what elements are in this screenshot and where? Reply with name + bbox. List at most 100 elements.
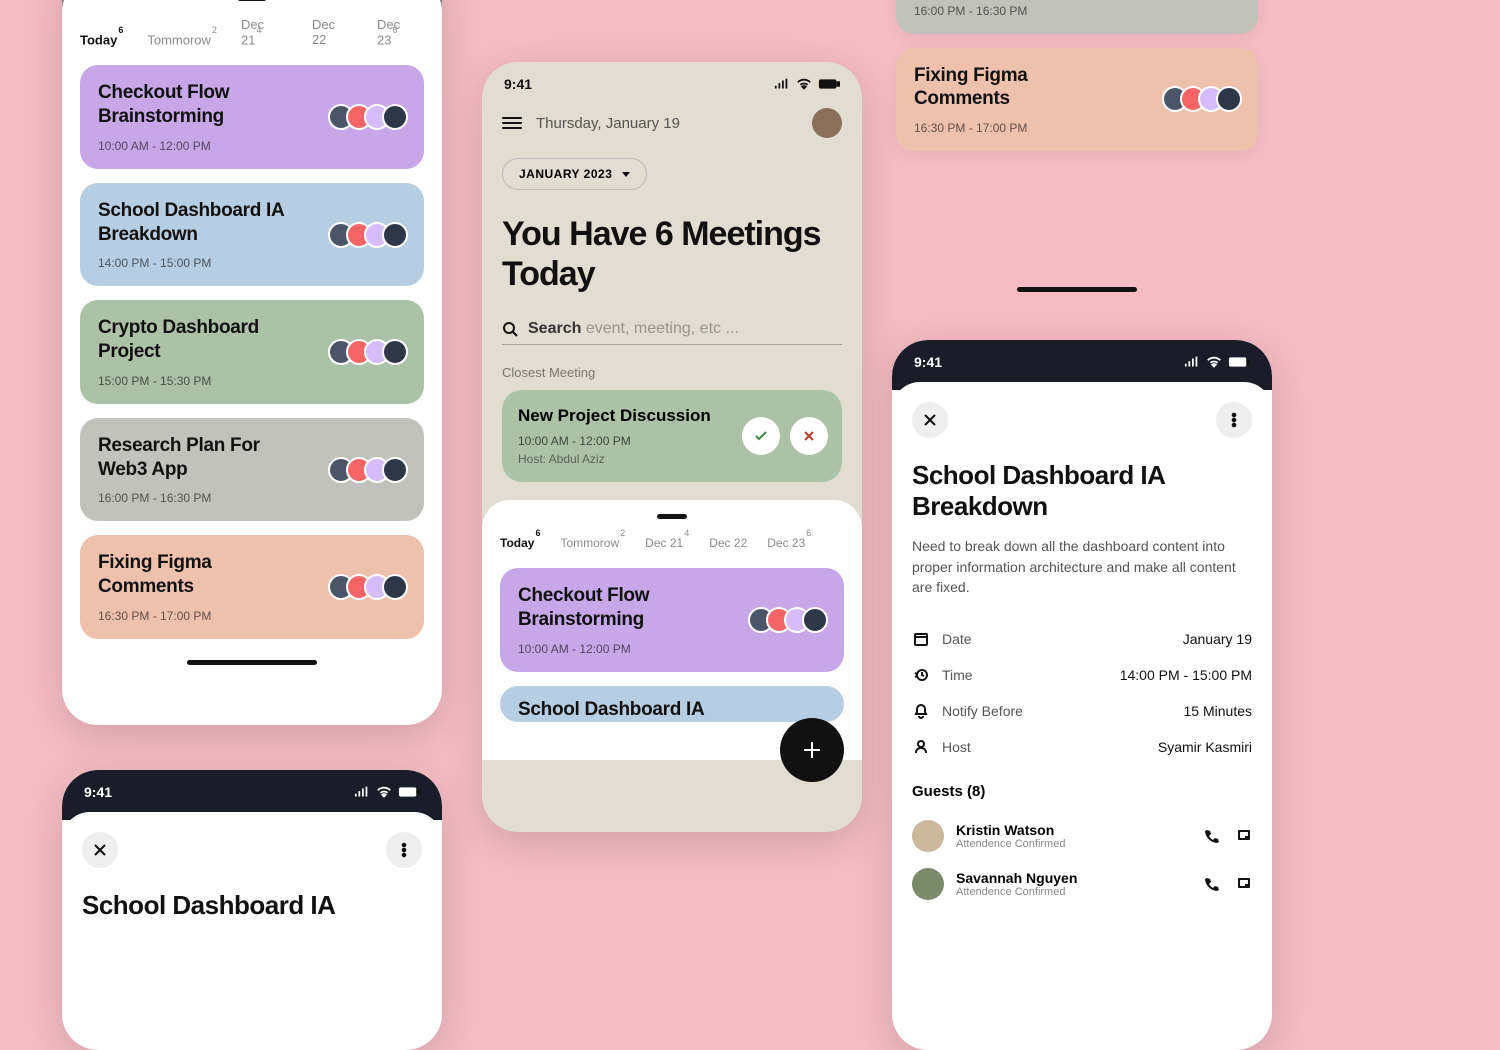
phone-home: 9:41 Thursday, January 19 JANUARY 2023 Y… — [482, 62, 862, 832]
menu-button[interactable] — [502, 117, 522, 129]
more-vertical-icon — [396, 842, 412, 858]
event-card[interactable]: Research Plan For Web3 App 16:00 PM - 16… — [896, 0, 1258, 34]
meeting-actions — [742, 417, 828, 455]
tab-dec21[interactable]: Dec 214 — [241, 17, 288, 47]
detail-row-host: Host Syamir Kasmiri — [912, 729, 1252, 765]
avatar[interactable] — [812, 108, 842, 138]
tab-dec22[interactable]: Dec 22 — [312, 17, 353, 47]
bell-icon — [913, 703, 929, 719]
tab-dec22[interactable]: Dec 22 — [709, 536, 747, 550]
tab-today[interactable]: Today6 — [80, 32, 123, 47]
event-time: 16:30 PM - 17:00 PM — [914, 121, 1240, 135]
guest-status: Attendence Confirmed — [956, 886, 1077, 898]
avatar-stack — [748, 607, 828, 633]
home-header: Thursday, January 19 — [482, 98, 862, 158]
headline: You Have 6 Meetings Today — [482, 214, 862, 320]
detail-description: Need to break down all the dashboard con… — [912, 536, 1252, 597]
status-icons — [354, 784, 420, 800]
event-card[interactable]: Fixing Figma Comments 16:30 PM - 17:00 P… — [80, 535, 424, 639]
guests-title: Guests (8) — [912, 783, 1252, 800]
status-icons — [774, 76, 840, 92]
more-button[interactable] — [1216, 402, 1252, 438]
home-indicator — [1017, 287, 1137, 292]
header-date: Thursday, January 19 — [536, 115, 798, 132]
detail-title: School Dashboard IA — [82, 890, 422, 921]
event-time: 14:00 PM - 15:00 PM — [98, 256, 406, 270]
status-time: 9:41 — [504, 76, 532, 92]
status-time: 9:41 — [914, 354, 942, 370]
close-icon — [801, 428, 817, 444]
event-title: School Dashboard IA — [518, 698, 718, 722]
status-time: 9:41 — [84, 784, 112, 800]
add-button[interactable] — [780, 718, 844, 782]
guest-status: Attendence Confirmed — [956, 838, 1065, 850]
decline-button[interactable] — [790, 417, 828, 455]
phone-icon[interactable] — [1204, 828, 1220, 844]
accept-button[interactable] — [742, 417, 780, 455]
wifi-icon — [796, 76, 812, 92]
tab-dec23[interactable]: Dec 236 — [377, 17, 424, 47]
event-card[interactable]: School Dashboard IA — [500, 686, 844, 722]
guest-row: Kristin Watson Attendence Confirmed — [912, 812, 1252, 860]
closest-label: Closest Meeting — [482, 365, 862, 390]
events-drawer: Today6 Tommorow2 Dec 214 Dec 22 Dec 236 … — [62, 0, 442, 673]
chevron-down-icon — [622, 172, 630, 177]
close-button[interactable] — [912, 402, 948, 438]
message-icon[interactable] — [1236, 828, 1252, 844]
event-card[interactable]: School Dashboard IA Breakdown 14:00 PM -… — [80, 183, 424, 287]
avatar-stack — [328, 574, 408, 600]
phone-detail-peek: 9:41 School Dashboard IA — [62, 770, 442, 1050]
guest-name: Savannah Nguyen — [956, 870, 1077, 886]
battery-icon — [398, 784, 420, 800]
tab-dec21[interactable]: Dec 214 — [645, 535, 689, 550]
home-indicator — [187, 660, 317, 665]
event-card[interactable]: Crypto Dashboard Project 15:00 PM - 15:3… — [80, 300, 424, 404]
event-card[interactable]: Research Plan For Web3 App 16:00 PM - 16… — [80, 418, 424, 522]
more-button[interactable] — [386, 832, 422, 868]
close-button[interactable] — [82, 832, 118, 868]
phone-icon[interactable] — [1204, 876, 1220, 892]
guest-row: Savannah Nguyen Attendence Confirmed — [912, 860, 1252, 908]
tab-tomorrow[interactable]: Tommorow2 — [560, 535, 625, 550]
detail-row-notify: Notify Before 15 Minutes — [912, 693, 1252, 729]
close-icon — [92, 842, 108, 858]
month-label: JANUARY 2023 — [519, 167, 612, 181]
message-icon[interactable] — [1236, 876, 1252, 892]
detail-row-date: Date January 19 — [912, 621, 1252, 657]
avatar-stack — [328, 222, 408, 248]
event-card[interactable]: Checkout Flow Brainstorming 10:00 AM - 1… — [80, 65, 424, 169]
event-card[interactable]: Fixing Figma Comments 16:30 PM - 17:00 P… — [896, 48, 1258, 152]
search-icon — [502, 321, 518, 337]
status-icons — [1184, 354, 1250, 370]
phone-partial-cards: 15:00 PM - 15:30 PM Research Plan For We… — [896, 0, 1258, 290]
signal-icon — [354, 784, 370, 800]
guest-actions — [1204, 828, 1252, 844]
closest-meeting-card[interactable]: New Project Discussion 10:00 AM - 12:00 … — [502, 390, 842, 482]
event-title: Checkout Flow Brainstorming — [98, 81, 298, 129]
search-input[interactable]: Search event, meeting, etc ... — [502, 320, 842, 338]
tab-tomorrow[interactable]: Tommorow2 — [147, 32, 217, 47]
avatar — [912, 820, 944, 852]
detail-title: School Dashboard IA Breakdown — [912, 460, 1252, 522]
event-title: Research Plan For Web3 App — [98, 434, 298, 482]
tab-dec23[interactable]: Dec 236 — [767, 535, 811, 550]
avatar-stack — [328, 339, 408, 365]
more-vertical-icon — [1226, 412, 1242, 428]
events-drawer: Today6 Tommorow2 Dec 214 Dec 22 Dec 236 … — [482, 500, 862, 760]
avatar-stack — [328, 457, 408, 483]
drag-handle[interactable] — [657, 514, 687, 519]
check-icon — [753, 428, 769, 444]
event-time: 16:00 PM - 16:30 PM — [98, 491, 406, 505]
tab-today[interactable]: Today6 — [500, 535, 540, 550]
event-title: Fixing Figma Comments — [914, 64, 1126, 112]
detail-sheet: School Dashboard IA — [62, 812, 442, 941]
event-card[interactable]: Checkout Flow Brainstorming 10:00 AM - 1… — [500, 568, 844, 672]
battery-icon — [818, 76, 840, 92]
event-time: 15:00 PM - 15:30 PM — [98, 374, 406, 388]
event-time: 16:00 PM - 16:30 PM — [914, 4, 1240, 18]
event-title: Checkout Flow Brainstorming — [518, 584, 718, 632]
guest-name: Kristin Watson — [956, 822, 1065, 838]
drag-handle[interactable] — [238, 0, 266, 1]
avatar-stack — [1162, 86, 1242, 112]
month-selector[interactable]: JANUARY 2023 — [502, 158, 647, 190]
